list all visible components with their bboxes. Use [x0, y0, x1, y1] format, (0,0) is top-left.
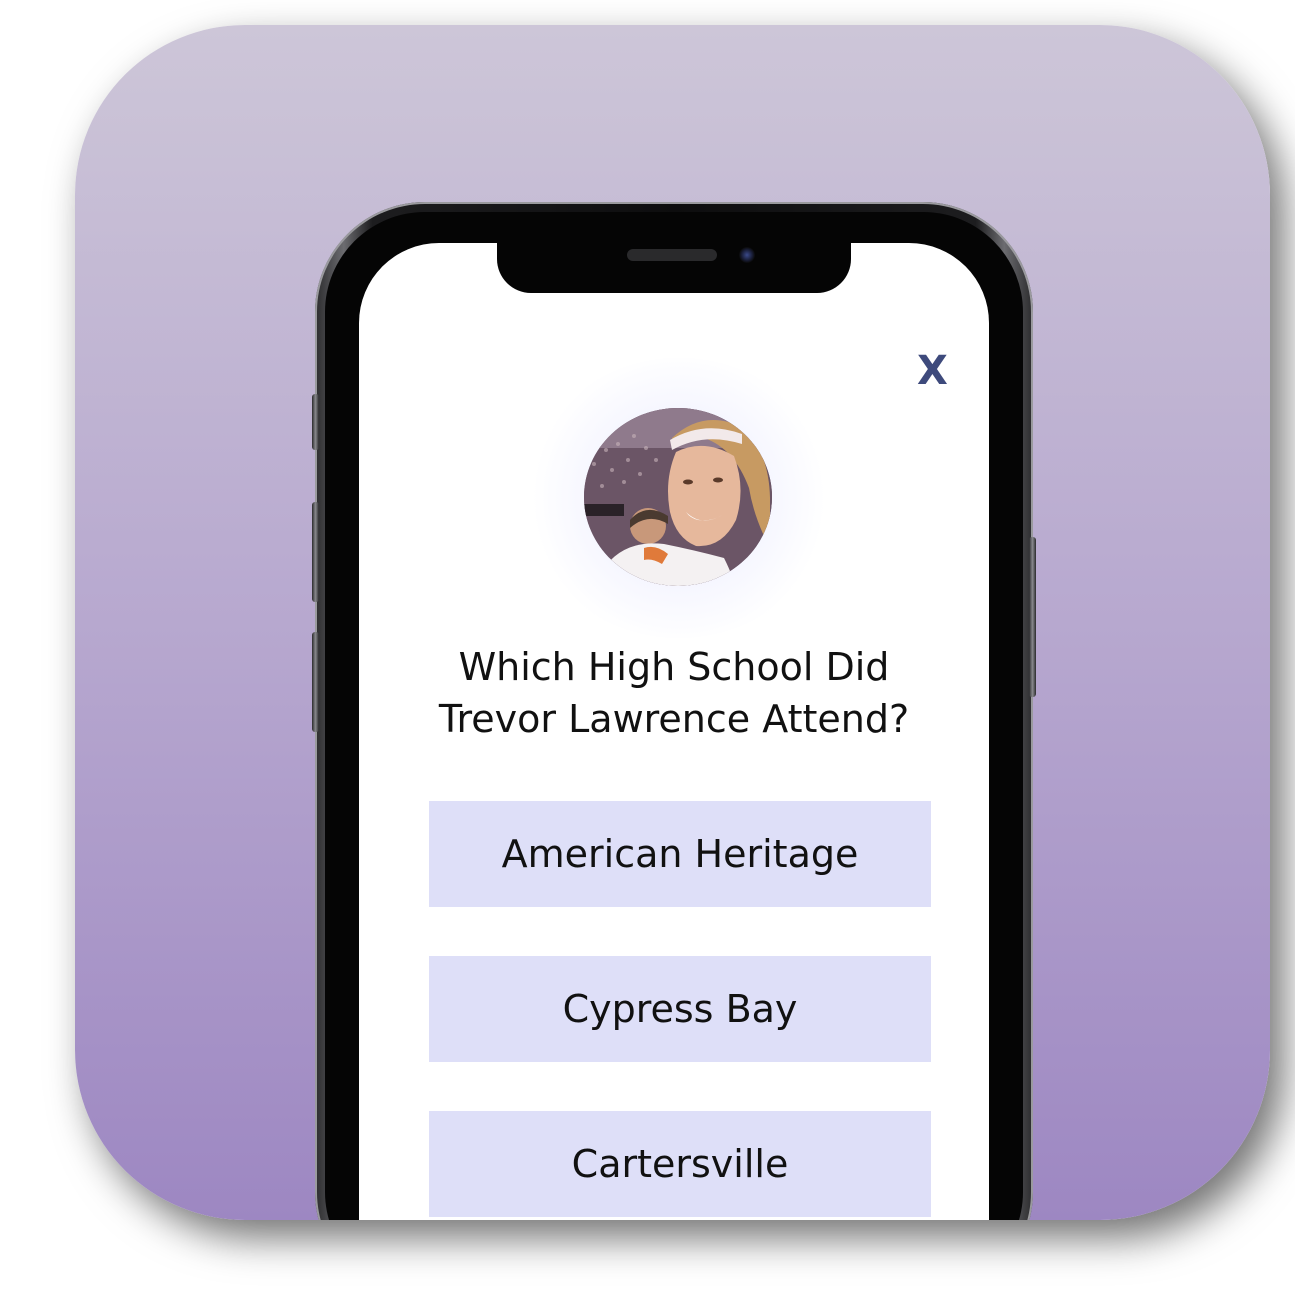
answer-option-label: American Heritage — [501, 832, 859, 876]
phone-screen: X Which High School Did Trevor Lawrence … — [359, 243, 989, 1220]
notch — [497, 243, 851, 293]
volume-down-button — [312, 502, 319, 602]
close-icon: X — [917, 348, 948, 394]
answer-option-1[interactable]: American Heritage — [429, 801, 931, 907]
answer-option-3[interactable]: Cartersville — [429, 1111, 931, 1217]
player-photo-illustration — [584, 408, 772, 586]
player-photo — [584, 408, 772, 586]
answer-option-label: Cypress Bay — [562, 987, 798, 1031]
answer-option-2[interactable]: Cypress Bay — [429, 956, 931, 1062]
speaker-grille — [627, 249, 717, 261]
avatar-container — [524, 358, 834, 638]
question-line-2: Trevor Lawrence Attend? — [438, 697, 910, 741]
close-button[interactable]: X — [917, 351, 948, 391]
power-button — [1029, 537, 1036, 697]
question-line-1: Which High School Did — [458, 645, 890, 689]
volume-up-button — [312, 394, 319, 450]
mute-switch — [312, 632, 319, 732]
answer-option-label: Cartersville — [571, 1142, 789, 1186]
question-text: Which High School Did Trevor Lawrence At… — [379, 641, 969, 745]
phone-frame: X Which High School Did Trevor Lawrence … — [312, 202, 1036, 1220]
app-icon-background: X Which High School Did Trevor Lawrence … — [75, 25, 1270, 1220]
front-camera — [739, 247, 755, 263]
